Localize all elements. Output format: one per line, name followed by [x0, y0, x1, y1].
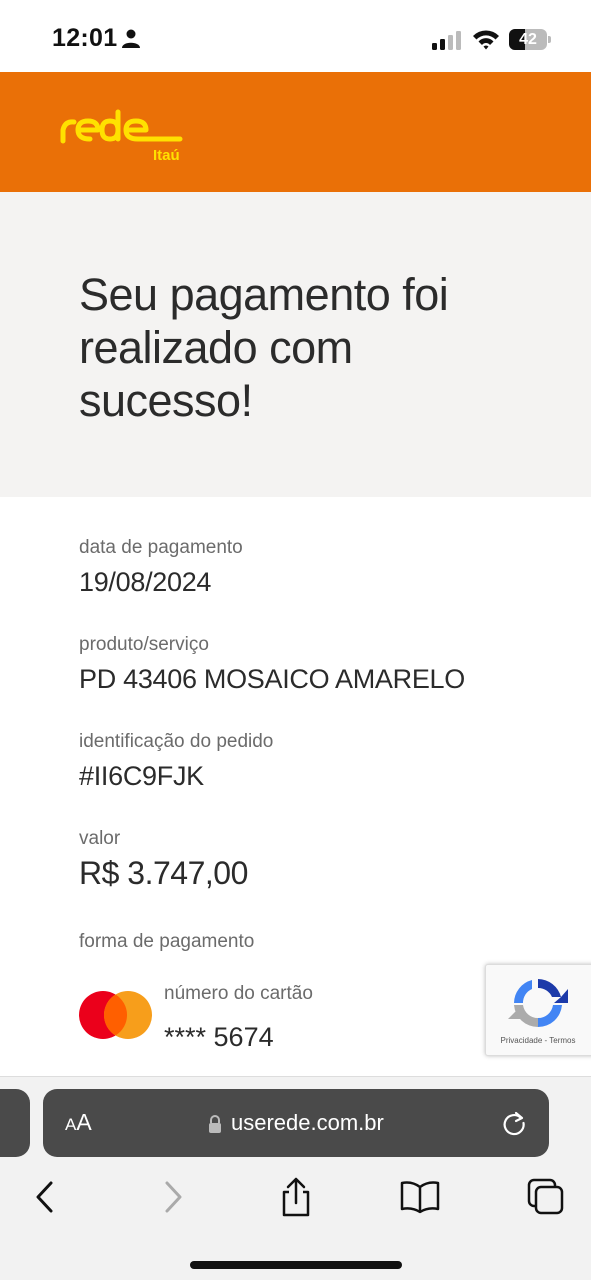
mastercard-icon: [79, 991, 152, 1039]
amount-value: R$ 3.747,00: [79, 855, 248, 891]
logo-sub: Itaú: [153, 147, 180, 164]
browser-toolbar: AA userede.com.br: [0, 1076, 591, 1280]
payment-method-label: forma de pagamento: [79, 931, 255, 952]
reload-icon[interactable]: [501, 1110, 527, 1136]
status-bar: 12:01 42: [0, 0, 591, 72]
signal-icon: [432, 31, 461, 50]
recaptcha-separator: -: [544, 1036, 548, 1045]
tabs-icon[interactable]: [526, 1177, 566, 1217]
status-time: 12:01: [52, 24, 118, 52]
payment-date-label: data de pagamento: [79, 537, 243, 558]
order-id-field: identificação do pedido #II6C9FJK: [79, 730, 273, 793]
hero-section: Seu pagamento foi realizado com sucesso!: [0, 192, 591, 497]
bookmarks-icon[interactable]: [400, 1177, 440, 1217]
url-text[interactable]: userede.com.br: [231, 1110, 384, 1136]
amount-label: valor: [79, 828, 121, 849]
share-icon[interactable]: [276, 1177, 316, 1217]
person-icon: [122, 29, 140, 48]
recaptcha-privacy-link[interactable]: Privacidade: [500, 1036, 542, 1045]
product-value: PD 43406 MOSAICO AMARELO: [79, 664, 465, 694]
previous-tab-preview[interactable]: [0, 1089, 30, 1157]
wifi-icon: [473, 30, 499, 50]
battery-level: 42: [519, 31, 537, 48]
amount-field: valor R$ 3.747,00: [79, 827, 248, 890]
order-id-label: identificação do pedido: [79, 731, 274, 752]
page-title: Seu pagamento foi realizado com sucesso!: [79, 269, 449, 426]
brand-header: Itaú: [0, 72, 591, 192]
card-number-label: número do cartão: [164, 983, 313, 1004]
text-size-small: A: [65, 1115, 77, 1134]
text-size-big: A: [76, 1109, 92, 1135]
payment-date-value: 19/08/2024: [79, 567, 212, 597]
product-label: produto/serviço: [79, 634, 209, 655]
back-icon[interactable]: [26, 1177, 66, 1217]
forward-icon[interactable]: [152, 1177, 192, 1217]
lock-icon: [209, 1115, 221, 1133]
recaptcha-links: Privacidade - Termos: [486, 1036, 590, 1045]
payment-date-field: data de pagamento 19/08/2024: [79, 536, 243, 599]
home-indicator: [190, 1261, 402, 1269]
rede-itau-logo: Itaú: [60, 109, 183, 164]
battery-icon: 42: [509, 29, 551, 50]
recaptcha-icon: [508, 979, 568, 1028]
recaptcha-badge[interactable]: Privacidade - Termos: [485, 964, 591, 1056]
product-field: produto/serviço PD 43406 MOSAICO AMARELO: [79, 633, 465, 696]
address-bar[interactable]: AA userede.com.br: [43, 1089, 549, 1157]
recaptcha-terms-link[interactable]: Termos: [549, 1036, 575, 1045]
order-id-value: #II6C9FJK: [79, 761, 204, 791]
text-size-button[interactable]: AA: [65, 1109, 92, 1136]
card-number-value: **** 5674: [164, 1022, 274, 1052]
